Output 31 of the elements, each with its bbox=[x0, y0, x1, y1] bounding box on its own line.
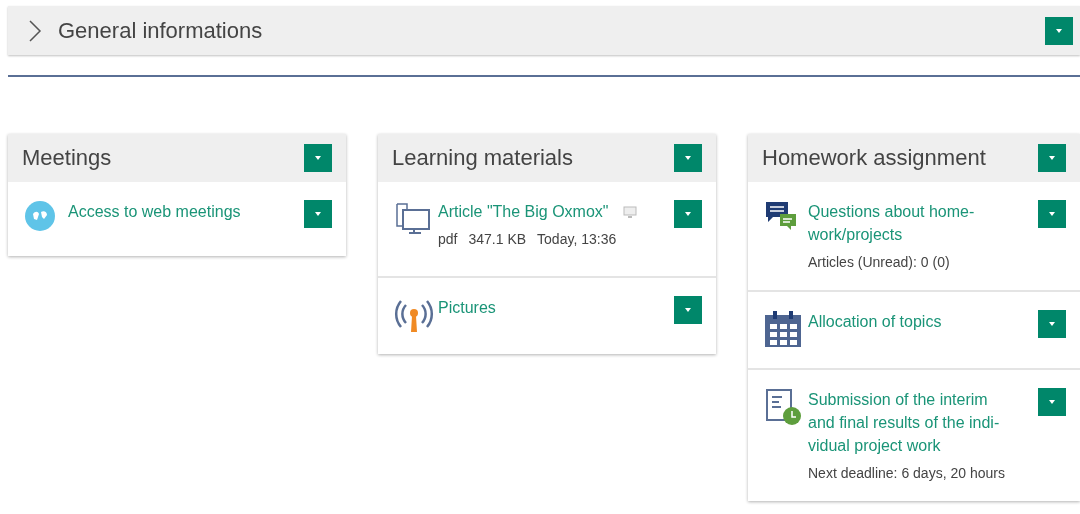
section-header[interactable]: General informations bbox=[8, 6, 1080, 55]
document-clock-icon bbox=[764, 388, 802, 426]
caret-icon bbox=[1054, 27, 1064, 34]
item-meta: Next deadline: 6 days, 20 hours bbox=[808, 465, 1005, 481]
caret-icon bbox=[1047, 211, 1057, 217]
item-meta: Today, 13:36 bbox=[537, 231, 617, 247]
item-link[interactable]: Allocation of topics bbox=[808, 310, 1013, 333]
dropdown-button[interactable] bbox=[1045, 16, 1073, 45]
item-link[interactable]: Article "The Big Oxmox" bbox=[438, 200, 609, 223]
item-link[interactable]: Submission of the interim and final results of the indi-vidual project work bbox=[808, 388, 1013, 457]
item-meta: 347.1 KB bbox=[468, 231, 527, 247]
caret-icon bbox=[683, 155, 693, 161]
calendar-icon bbox=[764, 310, 802, 348]
panel-title: Learning materials bbox=[392, 145, 573, 171]
caret-icon bbox=[1047, 155, 1057, 161]
caret-icon bbox=[683, 307, 693, 313]
panel-title: Homework assignment bbox=[762, 145, 986, 171]
item-link[interactable]: Pictures bbox=[438, 296, 643, 319]
caret-icon bbox=[313, 155, 323, 161]
section-title: General informations bbox=[58, 17, 264, 44]
item-meta: Articles (Unread): 0 (0) bbox=[808, 254, 950, 270]
caret-icon bbox=[1047, 399, 1057, 405]
panel-title: Meetings bbox=[22, 145, 112, 171]
item-link[interactable]: Access to web meetings bbox=[68, 200, 273, 223]
chevron-icon[interactable] bbox=[28, 19, 42, 42]
item-link[interactable]: Questions about home-work/projects bbox=[808, 200, 1013, 246]
globe-icon bbox=[24, 200, 56, 232]
caret-icon bbox=[683, 211, 693, 217]
caret-icon bbox=[1047, 321, 1057, 327]
caret-icon bbox=[313, 211, 323, 217]
item-meta: pdf bbox=[438, 231, 458, 247]
